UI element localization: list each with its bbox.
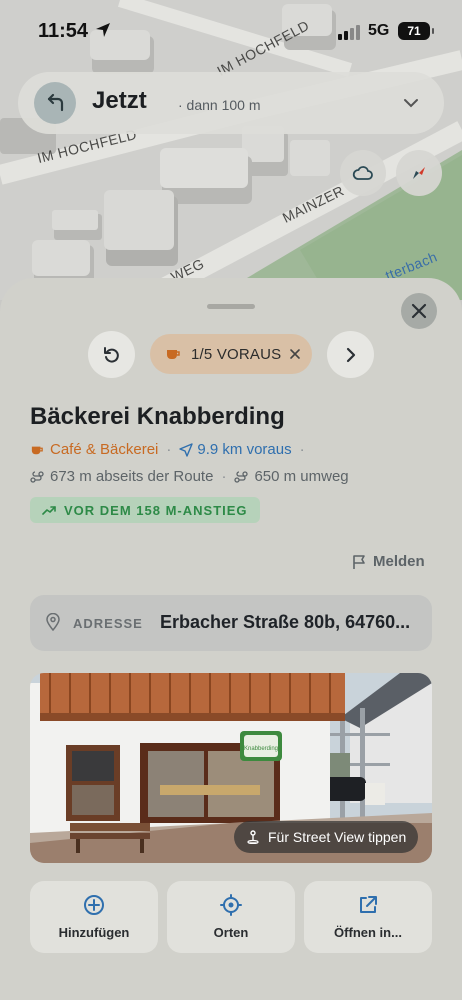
direction-card[interactable]: Jetzt · dann 100 m <box>18 72 444 134</box>
direction-title: Jetzt <box>92 87 147 114</box>
network-type: 5G <box>368 22 390 39</box>
off-route-distance: 673 m abseits der Route <box>50 468 214 485</box>
external-link-icon <box>360 896 377 913</box>
sheet-grabber[interactable] <box>207 304 255 309</box>
locate-button[interactable]: Orten <box>167 881 295 953</box>
direction-subtitle: · dann 100 m <box>178 97 261 113</box>
weather-button[interactable] <box>340 150 386 196</box>
close-icon <box>411 303 427 319</box>
place-name: Bäckerei Knabberding <box>30 403 285 430</box>
place-distance: 9.9 km voraus <box>197 441 292 458</box>
coffee-cup-icon <box>167 350 180 359</box>
climb-badge-text: VOR DEM 158 M-ANSTIEG <box>64 502 248 518</box>
location-arrow-icon <box>96 23 110 37</box>
open-in-button-label: Öffnen in... <box>334 925 402 940</box>
turn-left-icon <box>47 93 64 112</box>
street-view-label: Für Street View tippen <box>268 829 407 845</box>
address-value: Erbacher Straße 80b, 64760... <box>160 612 411 632</box>
trending-up-icon <box>42 506 56 515</box>
detour-icon <box>30 470 44 483</box>
compass-icon <box>413 167 425 179</box>
location-pin-icon <box>46 613 60 631</box>
status-time: 11:54 <box>38 20 89 42</box>
compass-button[interactable] <box>396 150 442 196</box>
chevron-right-icon <box>346 347 355 362</box>
previous-button[interactable] <box>88 331 135 378</box>
address-row[interactable]: ADRESSE Erbacher Straße 80b, 64760... <box>30 595 432 651</box>
plus-circle-icon <box>84 895 104 915</box>
navigation-arrow-icon <box>179 442 194 457</box>
place-category: Café & Bäckerei <box>50 441 159 458</box>
place-sheet: 1/5 VORAUS Bäckerei Knabberding Café & B… <box>0 278 462 1000</box>
separator: · <box>299 441 305 458</box>
street-view-photo[interactable]: Knabberding Für Street View tippen <box>30 673 432 863</box>
poi-counter: 1/5 VORAUS <box>191 345 282 363</box>
place-meta: Café & Bäckerei · 9.9 km voraus · <box>30 441 313 458</box>
battery-indicator: 71 <box>398 22 434 40</box>
locate-button-label: Orten <box>213 925 249 940</box>
signal-icon <box>338 25 360 40</box>
cloud-icon <box>352 166 373 180</box>
rotate-left-icon <box>103 346 119 363</box>
climb-badge: VOR DEM 158 M-ANSTIEG <box>30 497 260 523</box>
chevron-down-icon[interactable] <box>402 94 420 112</box>
status-bar: 11:54 5G 71 <box>0 0 462 60</box>
detour-distance: 650 m umweg <box>254 468 349 485</box>
locate-icon <box>220 894 242 916</box>
separator: · <box>166 441 172 458</box>
clear-icon[interactable] <box>289 348 301 360</box>
poi-counter-pill[interactable]: 1/5 VORAUS <box>150 334 312 374</box>
street-view-badge[interactable]: Für Street View tippen <box>234 821 419 853</box>
report-button[interactable]: Melden <box>352 553 425 570</box>
close-button[interactable] <box>401 293 437 329</box>
coffee-cup-icon <box>31 446 43 454</box>
detour-icon <box>234 470 249 483</box>
turn-left-button[interactable] <box>34 82 76 124</box>
open-in-button[interactable]: Öffnen in... <box>304 881 432 953</box>
flag-icon <box>353 554 365 569</box>
route-meta: 673 m abseits der Route · 650 m umweg <box>30 468 349 485</box>
add-button[interactable]: Hinzufügen <box>30 881 158 953</box>
separator: · <box>221 468 227 485</box>
add-button-label: Hinzufügen <box>58 925 130 940</box>
next-button[interactable] <box>327 331 374 378</box>
report-label: Melden <box>373 553 425 570</box>
address-label: ADRESSE <box>73 616 143 631</box>
shop-sign-text: Knabberding <box>244 746 278 752</box>
person-icon <box>247 830 259 844</box>
